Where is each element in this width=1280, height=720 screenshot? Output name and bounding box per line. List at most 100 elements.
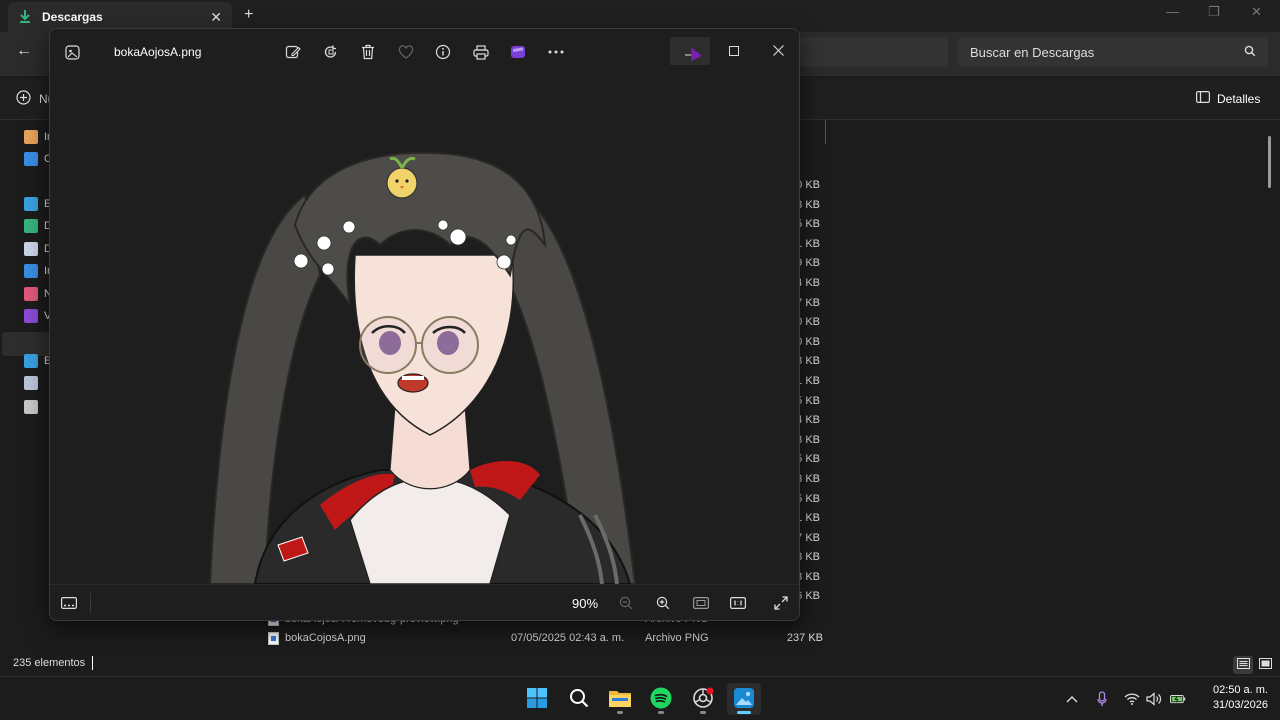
image-filename: bokaAojosA.png (114, 45, 202, 59)
windows-logo-icon (526, 687, 548, 712)
running-indicator (700, 711, 706, 714)
pictures-icon (24, 264, 38, 278)
info-icon[interactable] (433, 43, 453, 61)
zoom-level: 90% (572, 596, 599, 611)
videos-icon (24, 309, 38, 323)
sidebar-item[interactable] (24, 398, 50, 416)
app-taskbar-button[interactable] (686, 683, 720, 715)
sidebar-item[interactable]: In (24, 128, 50, 146)
anime-girl-illustration (208, 151, 637, 584)
photos-viewer-window: bokaAojosA.png 90% (49, 28, 800, 621)
close-icon (772, 43, 784, 59)
search-input[interactable]: Buscar en Descargas (970, 45, 1244, 60)
folder-icon (608, 688, 632, 711)
png-file-icon (268, 631, 279, 645)
sidebar-item[interactable]: C (24, 150, 50, 168)
sidebar-item[interactable]: Ir (24, 262, 50, 280)
fit-to-window-icon[interactable] (691, 594, 711, 612)
actual-size-icon[interactable] (728, 594, 748, 612)
image-canvas[interactable] (50, 75, 799, 584)
running-indicator (617, 711, 623, 714)
rotate-icon[interactable] (321, 43, 341, 61)
document-icon (24, 242, 38, 256)
address-bar[interactable] (800, 37, 948, 67)
show-hidden-icons-chevron-up-icon[interactable] (1064, 691, 1080, 707)
download-icon (18, 9, 32, 26)
details-view-button[interactable] (1233, 656, 1253, 674)
print-icon[interactable] (471, 43, 491, 61)
plus-circle-icon (16, 90, 31, 108)
edit-image-icon[interactable] (283, 43, 303, 61)
music-icon (24, 287, 38, 301)
sidebar-item[interactable] (24, 374, 50, 392)
gallery-icon[interactable] (62, 43, 82, 61)
zoom-out-icon[interactable] (616, 594, 636, 612)
back-arrow-icon[interactable]: ← (16, 42, 32, 60)
list-view-icon (1236, 658, 1250, 672)
table-row[interactable]: bokaCojosA.png 07/05/2025 02:43 a. m. Ar… (268, 629, 828, 647)
sidebar-item[interactable]: N (24, 285, 50, 303)
running-indicator (658, 711, 664, 714)
delete-icon[interactable] (358, 43, 378, 61)
restore-icon[interactable]: ❐ (1208, 4, 1220, 20)
tiles-view-icon (1258, 658, 1272, 672)
sidebar-item[interactable]: D (24, 217, 50, 235)
search-icon (1244, 45, 1256, 60)
sidebar-item[interactable]: E (24, 352, 50, 370)
maximize-button[interactable] (714, 37, 754, 65)
sidebar-item[interactable]: D (24, 240, 50, 258)
battery-charging-icon[interactable] (1170, 691, 1186, 707)
sidebar-item[interactable]: V (24, 307, 50, 325)
network-drive-icon (24, 376, 38, 390)
column-divider (825, 120, 826, 144)
details-button[interactable]: Detalles (1196, 91, 1260, 106)
microphone-icon[interactable] (1094, 691, 1110, 707)
details-label: Detalles (1217, 91, 1261, 106)
close-icon[interactable]: ✕ (1251, 4, 1262, 20)
photos-bottom-bar: 90% (50, 584, 799, 620)
drive-icon (24, 400, 38, 414)
close-button[interactable] (758, 37, 798, 65)
more-options-icon[interactable] (546, 43, 566, 61)
tiles-view-button[interactable] (1255, 656, 1275, 674)
active-indicator (737, 711, 751, 714)
photos-icon (733, 687, 755, 712)
filmstrip-icon[interactable] (59, 594, 79, 612)
search-icon (569, 688, 589, 711)
file-date: 07/05/2025 02:43 a. m. (511, 632, 625, 644)
file-explorer-taskbar-button[interactable] (603, 683, 637, 715)
onedrive-icon (24, 152, 38, 166)
maximize-icon (729, 43, 739, 59)
wifi-icon[interactable] (1124, 691, 1140, 707)
taskbar (0, 676, 1280, 720)
item-count: 235 elementos (13, 657, 86, 669)
status-bar: 235 elementos (0, 652, 1280, 676)
sidebar-item[interactable]: E (24, 195, 50, 213)
home-icon (24, 130, 38, 144)
vertical-scrollbar[interactable] (1268, 136, 1271, 188)
zoom-in-icon[interactable] (653, 594, 673, 612)
favorite-heart-icon[interactable] (396, 43, 416, 61)
download-icon (24, 219, 38, 233)
close-tab-icon[interactable]: ✕ (210, 9, 222, 26)
chrome-like-icon (692, 687, 714, 712)
search-box[interactable]: Buscar en Descargas (958, 37, 1268, 67)
toolbar-divider (90, 593, 91, 613)
spotify-taskbar-button[interactable] (644, 683, 678, 715)
new-tab-button[interactable]: + (244, 6, 253, 24)
file-size: 237 KB (786, 632, 823, 644)
start-button[interactable] (520, 683, 554, 715)
fullscreen-icon[interactable] (771, 594, 791, 612)
system-clock[interactable]: 02:50 a. m. 31/03/2026 (1196, 683, 1268, 713)
clock-time: 02:50 a. m. (1212, 684, 1268, 696)
minimize-icon[interactable]: — (1166, 4, 1179, 19)
tab-label: Descargas (42, 10, 103, 24)
volume-icon[interactable] (1146, 691, 1162, 707)
file-type: Archivo PNG (645, 632, 709, 644)
details-pane-icon (1196, 91, 1211, 106)
search-button[interactable] (562, 683, 596, 715)
desktop-icon (24, 197, 38, 211)
clipchamp-icon[interactable] (508, 43, 528, 61)
photos-taskbar-button[interactable] (727, 683, 761, 715)
file-name: bokaCojosA.png (285, 632, 366, 644)
